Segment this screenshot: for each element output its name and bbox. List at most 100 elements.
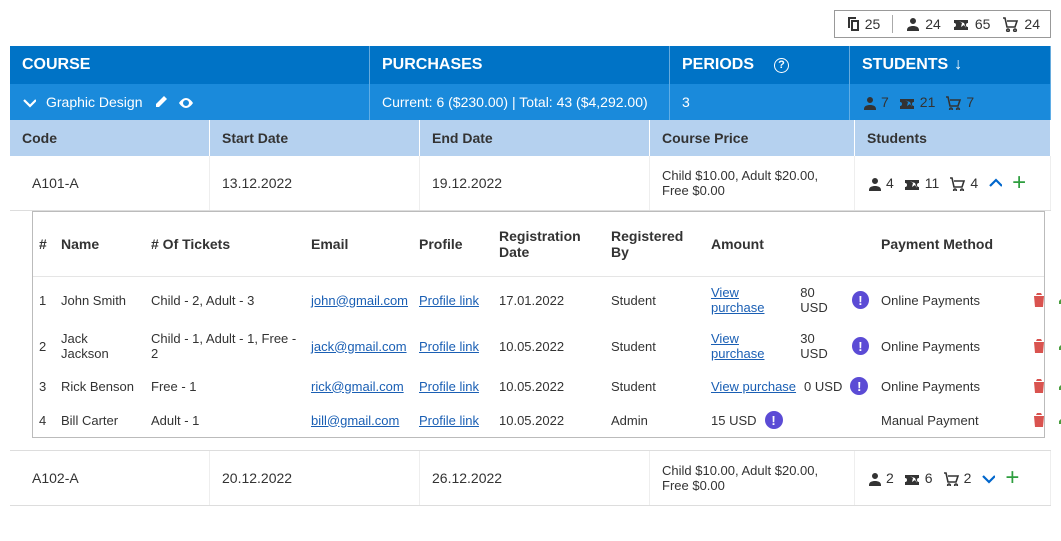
period-tickets: 6 <box>925 470 933 486</box>
person-icon <box>867 471 882 486</box>
student-name: Jack Jackson <box>55 323 145 369</box>
ih-num: # <box>33 228 55 260</box>
course-name-cell[interactable]: Graphic Design <box>10 84 370 120</box>
student-regdate: 17.01.2022 <box>493 285 605 316</box>
table-header-row: COURSE PURCHASES PERIODS ? STUDENTS ↓ <box>10 46 1051 84</box>
ticket-icon <box>899 95 916 110</box>
course-students-tickets: 21 <box>920 94 936 110</box>
copies-icon <box>845 16 861 32</box>
stat-copies: 25 <box>845 16 881 32</box>
alert-icon[interactable]: ! <box>850 377 868 395</box>
alert-icon[interactable]: ! <box>852 291 869 309</box>
student-email-link[interactable]: bill@gmail.com <box>311 413 399 428</box>
sort-arrow-icon: ↓ <box>954 56 962 74</box>
help-icon[interactable]: ? <box>774 58 789 73</box>
student-email-link[interactable]: rick@gmail.com <box>311 379 404 394</box>
student-num: 4 <box>33 405 55 436</box>
course-name: Graphic Design <box>46 94 143 110</box>
edit-student-button[interactable] <box>1056 378 1061 394</box>
expand-period-button[interactable] <box>981 471 995 485</box>
course-students-people: 7 <box>881 94 889 110</box>
edit-student-button[interactable] <box>1056 338 1061 354</box>
view-purchase-link[interactable]: View purchase <box>711 379 796 394</box>
student-email-link[interactable]: jack@gmail.com <box>311 339 407 354</box>
subheader-code: Code <box>10 120 210 156</box>
header-students[interactable]: STUDENTS ↓ <box>850 46 1051 84</box>
student-profile-link[interactable]: Profile link <box>419 413 479 428</box>
student-row: 3Rick BensonFree - 1rick@gmail.comProfil… <box>33 369 1044 403</box>
header-periods-label: PERIODS <box>682 56 754 74</box>
add-student-button[interactable]: + <box>1005 466 1019 490</box>
student-payment: Manual Payment <box>875 405 1025 436</box>
student-tickets: Child - 1, Adult - 1, Free - 2 <box>145 323 305 369</box>
period-start: 13.12.2022 <box>210 156 420 210</box>
person-icon <box>905 16 921 32</box>
student-amount-cell: View purchase 80 USD! <box>705 277 875 323</box>
student-regby: Admin <box>605 405 705 436</box>
delete-student-button[interactable] <box>1031 412 1046 428</box>
period-code: A101-A <box>10 156 210 210</box>
ih-regdate: Registration Date <box>493 220 605 268</box>
student-tickets: Adult - 1 <box>145 405 305 436</box>
student-payment: Online Payments <box>875 331 1025 362</box>
collapse-period-button[interactable] <box>988 176 1002 190</box>
view-purchase-link[interactable]: View purchase <box>711 285 792 315</box>
student-profile-link[interactable]: Profile link <box>419 379 479 394</box>
student-amount-cell: View purchase 0 USD! <box>705 369 875 403</box>
period-price: Child $10.00, Adult $20.00, Free $0.00 <box>650 156 855 210</box>
student-regby: Student <box>605 331 705 362</box>
period-header-row: Code Start Date End Date Course Price St… <box>10 120 1051 156</box>
subheader-end: End Date <box>420 120 650 156</box>
edit-student-button[interactable] <box>1056 412 1061 428</box>
student-profile-link[interactable]: Profile link <box>419 293 479 308</box>
student-row: 4Bill CarterAdult - 1 bill@gmail.com Profi… <box>33 403 1044 437</box>
ih-regby: Registered By <box>605 220 705 268</box>
student-amount-cell: View purchase 30 USD! <box>705 323 875 369</box>
student-name: Bill Carter <box>55 405 145 436</box>
period-start: 20.12.2022 <box>210 451 420 505</box>
alert-icon[interactable]: ! <box>852 337 869 355</box>
person-icon <box>862 95 877 110</box>
stat-carts: 24 <box>1002 16 1040 32</box>
header-course[interactable]: COURSE <box>10 46 370 84</box>
period-price: Child $10.00, Adult $20.00, Free $0.00 <box>650 451 855 505</box>
period-people: 4 <box>886 175 894 191</box>
cart-icon <box>943 471 960 486</box>
stat-people-value: 24 <box>925 16 941 32</box>
period-code: A102-A <box>10 451 210 505</box>
student-tickets: Child - 2, Adult - 3 <box>145 285 305 316</box>
period-row: A101-A 13.12.2022 19.12.2022 Child $10.0… <box>10 156 1051 211</box>
course-students-cart: 7 <box>966 94 974 110</box>
view-course-button[interactable] <box>178 95 195 110</box>
ih-profile: Profile <box>413 228 493 260</box>
alert-icon[interactable]: ! <box>765 411 783 429</box>
student-payment: Online Payments <box>875 371 1025 402</box>
student-email-link[interactable]: john@gmail.com <box>311 293 408 308</box>
student-amount-cell: 15 USD! <box>705 403 875 437</box>
cart-icon <box>1002 16 1020 32</box>
edit-student-button[interactable] <box>1056 292 1061 308</box>
edit-course-button[interactable] <box>153 95 168 110</box>
student-name: John Smith <box>55 285 145 316</box>
period-cart: 4 <box>970 175 978 191</box>
ticket-icon <box>953 16 971 32</box>
chevron-down-icon[interactable] <box>22 95 36 109</box>
header-purchases-label: PURCHASES <box>382 56 482 74</box>
subheader-students: Students <box>855 120 1051 156</box>
student-profile-link[interactable]: Profile link <box>419 339 479 354</box>
ih-email: Email <box>305 228 413 260</box>
stats-divider <box>892 15 893 33</box>
period-students-cell: 2 6 2 + <box>855 451 1051 505</box>
period-students-cell: 4 11 4 + <box>855 156 1051 210</box>
stat-tickets-value: 65 <box>975 16 991 32</box>
delete-student-button[interactable] <box>1031 338 1046 354</box>
delete-student-button[interactable] <box>1031 378 1046 394</box>
delete-student-button[interactable] <box>1031 292 1046 308</box>
student-amount: 80 USD <box>800 285 844 315</box>
course-periods-value: 3 <box>682 94 690 110</box>
student-regby: Student <box>605 285 705 316</box>
add-student-button[interactable]: + <box>1012 171 1026 195</box>
header-periods[interactable]: PERIODS ? <box>670 46 850 84</box>
header-purchases[interactable]: PURCHASES <box>370 46 670 84</box>
view-purchase-link[interactable]: View purchase <box>711 331 792 361</box>
